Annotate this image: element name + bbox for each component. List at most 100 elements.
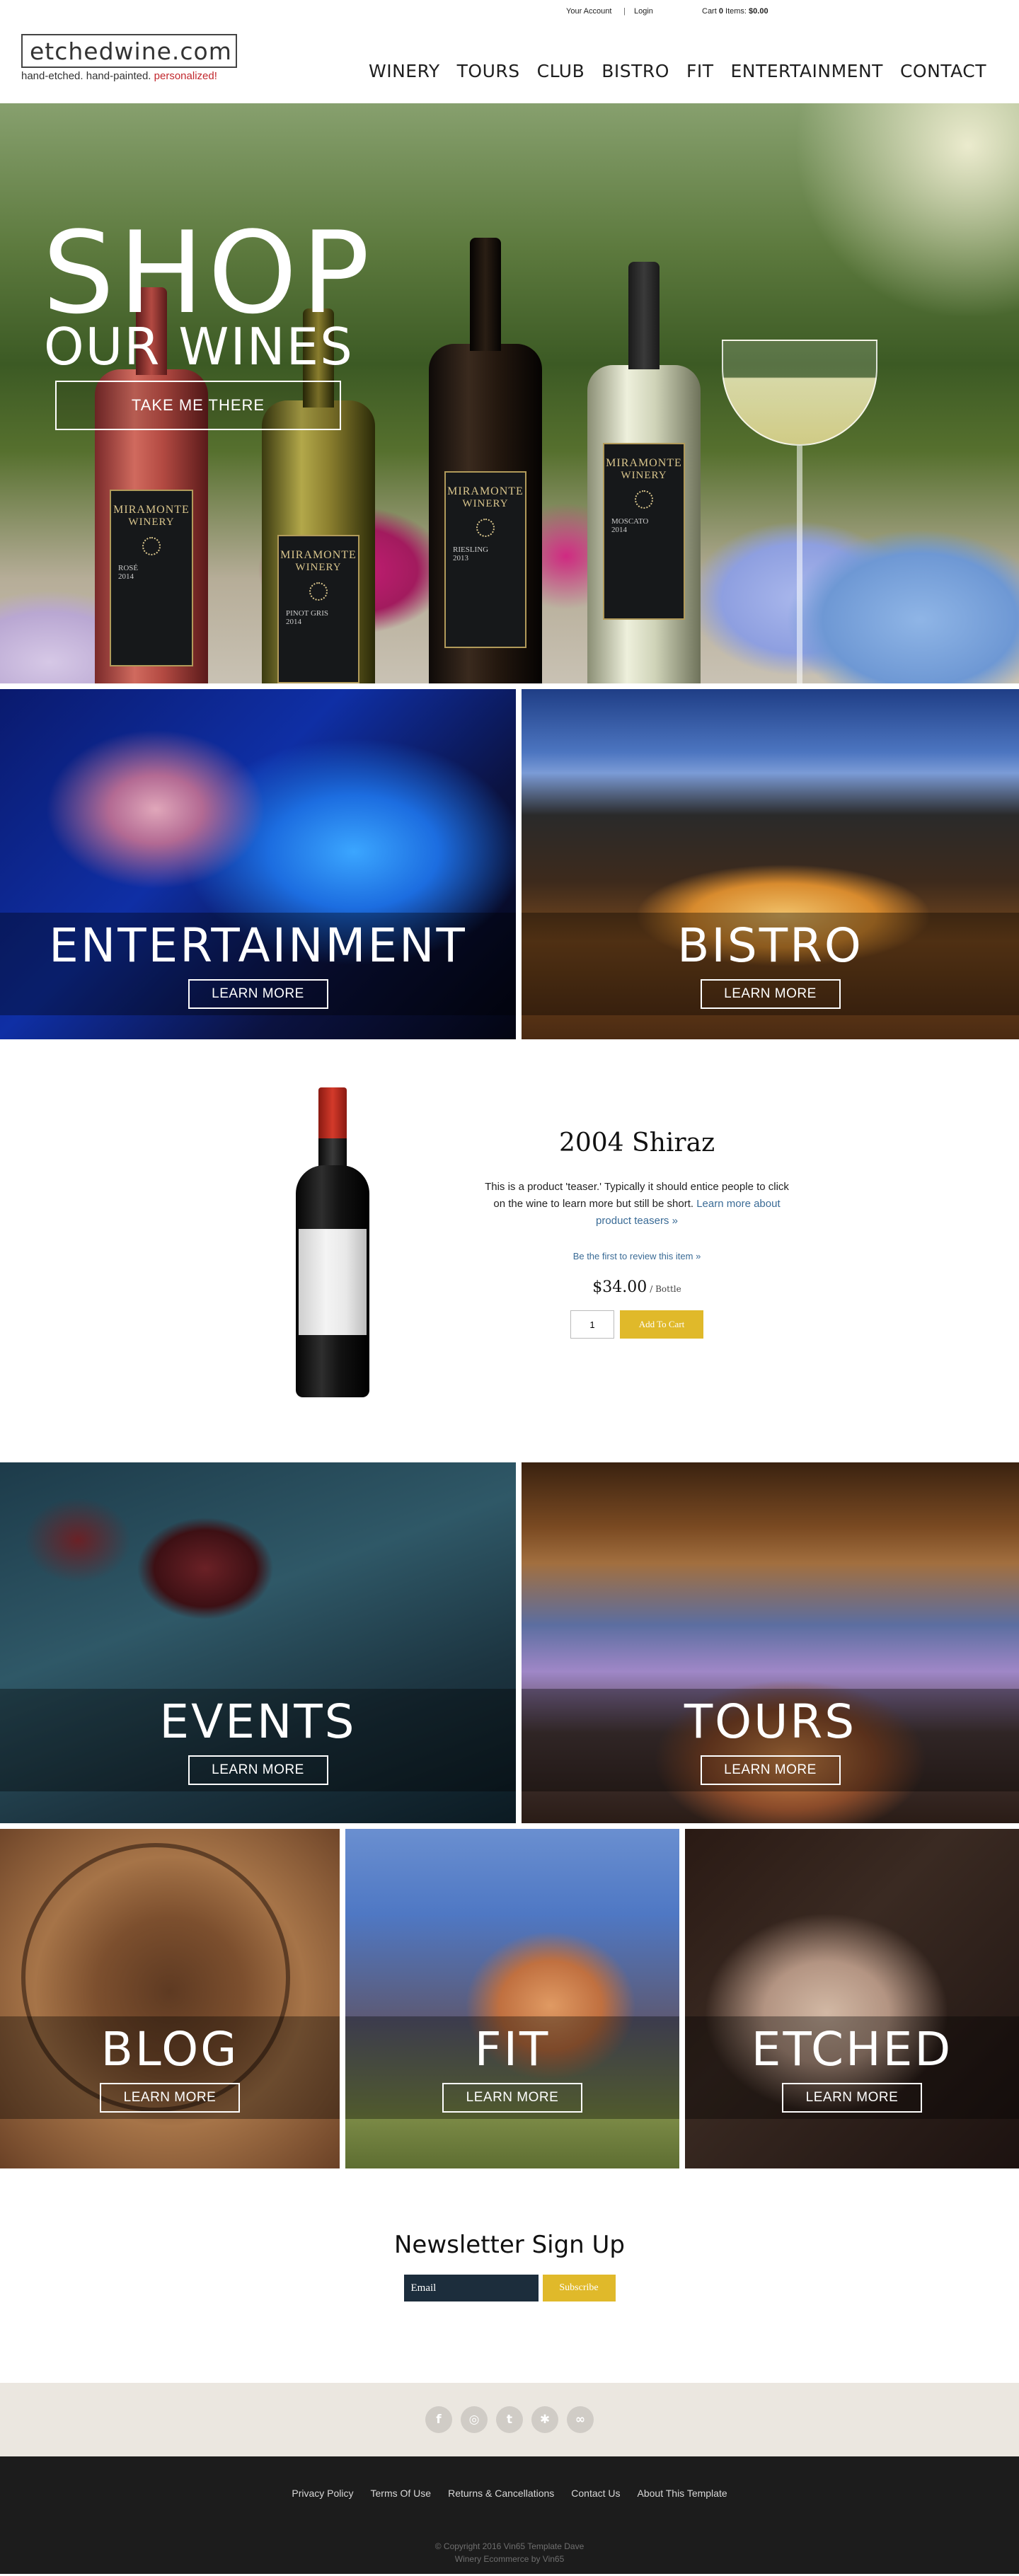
contact-us-link[interactable]: Contact Us: [571, 2488, 620, 2499]
hero-bottle-vintage: 2014: [286, 618, 301, 626]
learn-more-button[interactable]: LEARN MORE: [188, 1755, 328, 1785]
learn-more-button[interactable]: LEARN MORE: [442, 2083, 582, 2113]
tripadvisor-icon[interactable]: ∞: [567, 2406, 594, 2433]
tagline-text: hand-etched. hand-painted.: [21, 70, 151, 82]
learn-more-button[interactable]: LEARN MORE: [700, 979, 841, 1009]
vin65-credit-link[interactable]: Winery Ecommerce by Vin65: [455, 2554, 565, 2564]
newsletter-heading: Newsletter Sign Up: [393, 2231, 626, 2259]
cart-link[interactable]: Cart 0 Items: $0.00: [702, 7, 768, 16]
product-price: $34.00: [592, 1278, 647, 1296]
bottle-capsule: [318, 1087, 347, 1138]
sun-emblem-icon: [476, 519, 495, 537]
tile-overlay: BLOG LEARN MORE: [0, 2016, 340, 2119]
hero-bottle-vintage: 2014: [118, 572, 134, 581]
site-logo[interactable]: etchedwine.com hand-etched. hand-painted…: [21, 34, 237, 82]
tile-overlay: ENTERTAINMENT LEARN MORE: [0, 913, 516, 1015]
take-me-there-button[interactable]: TAKE ME THERE: [55, 381, 341, 430]
learn-more-button[interactable]: LEARN MORE: [782, 2083, 922, 2113]
tile-overlay: TOURS LEARN MORE: [522, 1689, 1019, 1791]
sun-emblem-icon: [142, 537, 161, 555]
hero-bottle-label-line1: MIRAMONTE: [606, 457, 682, 469]
login-link[interactable]: Login: [634, 7, 653, 16]
cart-count: 0: [718, 7, 723, 16]
nav-fit[interactable]: FIT: [686, 61, 714, 81]
nav-club[interactable]: CLUB: [537, 61, 585, 81]
tagline-accent: personalized!: [154, 70, 217, 82]
featured-product: 2004 Shiraz This is a product 'teaser.' …: [0, 1045, 1019, 1462]
facebook-icon[interactable]: f: [425, 2406, 452, 2433]
copyright-text: © Copyright 2016 Vin65 Template Dave: [434, 2541, 585, 2551]
quantity-input[interactable]: [570, 1310, 614, 1339]
hero-bottle-label-line1: MIRAMONTE: [280, 549, 357, 561]
add-to-cart-button[interactable]: Add To Cart: [620, 1310, 703, 1339]
privacy-policy-link[interactable]: Privacy Policy: [292, 2488, 353, 2499]
newsletter-form: Subscribe: [0, 2275, 1019, 2301]
hero-subtitle: OUR WINES: [44, 317, 354, 376]
tile-overlay: ETCHED LEARN MORE: [685, 2016, 1019, 2119]
tile-overlay: BISTRO LEARN MORE: [522, 913, 1019, 1015]
nav-tours[interactable]: TOURS: [457, 61, 520, 81]
copyright-block: © Copyright 2016 Vin65 Template Dave Win…: [0, 2540, 1019, 2565]
social-bar: f ◎ t ✱ ∞: [0, 2383, 1019, 2456]
product-info: 2004 Shiraz This is a product 'teaser.' …: [481, 1128, 793, 1339]
nav-entertainment[interactable]: ENTERTAINMENT: [730, 61, 882, 81]
hero-bottle-label-line2: WINERY: [295, 562, 342, 573]
blog-tile[interactable]: BLOG LEARN MORE: [0, 1829, 340, 2168]
terms-of-use-link[interactable]: Terms Of Use: [371, 2488, 432, 2499]
tile-title: ENTERTAINMENT: [49, 918, 467, 973]
product-image[interactable]: [296, 1087, 369, 1397]
tile-title: FIT: [474, 2022, 551, 2077]
hero-bottle-label-line2: WINERY: [462, 498, 509, 509]
hero-spacer: [0, 683, 1019, 689]
nav-winery[interactable]: WINERY: [369, 61, 440, 81]
nav-contact[interactable]: CONTACT: [900, 61, 986, 81]
product-teaser: This is a product 'teaser.' Typically it…: [481, 1179, 793, 1230]
hero-bottle-varietal: MOSCATO: [611, 517, 649, 526]
learn-more-button[interactable]: LEARN MORE: [100, 2083, 240, 2113]
returns-cancellations-link[interactable]: Returns & Cancellations: [448, 2488, 554, 2499]
newsletter-email-input[interactable]: [403, 2275, 539, 2301]
hero-bottle-riesling: MIRAMONTE WINERY RIESLING 2013: [429, 238, 542, 683]
about-template-link[interactable]: About This Template: [638, 2488, 727, 2499]
hero-bottle-vintage: 2013: [453, 554, 468, 562]
newsletter-section: Newsletter Sign Up Subscribe: [0, 2174, 1019, 2383]
learn-more-button[interactable]: LEARN MORE: [188, 979, 328, 1009]
subscribe-button[interactable]: Subscribe: [542, 2275, 616, 2301]
twitter-icon[interactable]: t: [496, 2406, 523, 2433]
instagram-icon[interactable]: ◎: [461, 2406, 488, 2433]
hero-bottle-varietal: PINOT GRIS: [286, 609, 329, 618]
hero-bottle-label-line1: MIRAMONTE: [447, 485, 524, 497]
first-review-link[interactable]: Be the first to review this item »: [573, 1251, 701, 1261]
logo-wordmark: etchedwine.com: [21, 34, 237, 68]
tile-overlay: FIT LEARN MORE: [345, 2016, 679, 2119]
nav-bistro[interactable]: BISTRO: [601, 61, 669, 81]
utility-separator: |: [623, 7, 626, 16]
learn-more-button[interactable]: LEARN MORE: [700, 1755, 841, 1785]
logo-tagline: hand-etched. hand-painted. personalized!: [21, 70, 237, 82]
cart-label: Cart: [702, 7, 717, 16]
site-header: Your Account | Login Cart 0 Items: $0.00…: [0, 0, 1019, 103]
your-account-link[interactable]: Your Account: [566, 7, 611, 16]
tile-title: ETCHED: [751, 2022, 953, 2077]
hero-title: SHOP: [42, 207, 374, 339]
wine-glass-stem: [797, 446, 802, 683]
bistro-tile[interactable]: BISTRO LEARN MORE: [522, 689, 1019, 1039]
hero-bottle-varietal: RIESLING: [453, 545, 489, 554]
cart-total: $0.00: [749, 7, 768, 16]
tile-title: EVENTS: [159, 1694, 357, 1749]
promo-row-2: EVENTS LEARN MORE TOURS LEARN MORE: [0, 1462, 1019, 1823]
etched-tile[interactable]: ETCHED LEARN MORE: [685, 1829, 1019, 2168]
purchase-controls: Add To Cart: [481, 1310, 793, 1339]
events-tile[interactable]: EVENTS LEARN MORE: [0, 1462, 516, 1823]
utility-bar: Your Account | Login Cart 0 Items: $0.00: [566, 7, 1019, 21]
entertainment-tile[interactable]: ENTERTAINMENT LEARN MORE: [0, 689, 516, 1039]
yelp-icon[interactable]: ✱: [531, 2406, 558, 2433]
hero-sunlight: [764, 103, 1019, 316]
fit-tile[interactable]: FIT LEARN MORE: [345, 1829, 679, 2168]
tours-tile[interactable]: TOURS LEARN MORE: [522, 1462, 1019, 1823]
hero-banner: MIRAMONTE WINERY ROSÉ 2014 MIRAMONTE WIN…: [0, 103, 1019, 683]
footer-links: Privacy Policy Terms Of Use Returns & Ca…: [0, 2488, 1019, 2499]
product-name[interactable]: 2004 Shiraz: [559, 1128, 715, 1157]
hero-bottle-moscato: MIRAMONTE WINERY MOSCATO 2014: [587, 262, 701, 683]
hero-bottle-label-line2: WINERY: [128, 516, 175, 528]
